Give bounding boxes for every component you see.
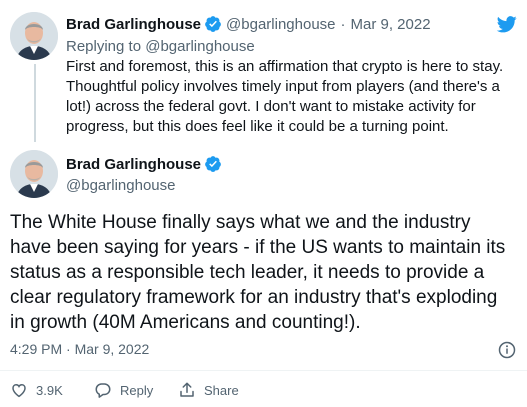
replying-to-line: Replying to @bgarlinghouse: [66, 38, 255, 55]
heart-icon: [12, 383, 26, 398]
author-name[interactable]: Brad Garlinghouse: [66, 16, 201, 33]
tweet-date[interactable]: Mar 9, 2022: [351, 16, 431, 33]
main-tweet-text: The White House finally says what we and…: [10, 212, 506, 333]
separator-dot: ·: [340, 15, 346, 33]
twitter-bird-icon[interactable]: [496, 14, 518, 34]
verified-badge-icon: [204, 15, 222, 33]
reply-label: Reply: [120, 382, 154, 398]
author-handle[interactable]: @bgarlinghouse: [226, 16, 335, 33]
divider: [0, 370, 527, 371]
tweet-timestamp[interactable]: 4:29 PM · Mar 9, 2022: [10, 341, 149, 357]
like-button[interactable]: 3.9K: [10, 381, 63, 399]
avatar[interactable]: [10, 150, 58, 198]
verified-badge-icon: [204, 155, 222, 173]
reply-button[interactable]: Reply: [94, 381, 153, 399]
avatar[interactable]: [10, 12, 58, 60]
main-author-name-row: Brad Garlinghouse: [66, 155, 222, 173]
author-handle[interactable]: @bgarlinghouse: [66, 177, 175, 194]
share-label: Share: [204, 382, 239, 398]
reply-tweet-text: First and foremost, this is an affirmati…: [66, 58, 504, 135]
thread-line: [34, 64, 36, 142]
reply-header: Brad Garlinghouse @bgarlinghouse · Mar 9…: [66, 15, 431, 33]
like-count: 3.9K: [36, 382, 63, 398]
info-icon[interactable]: [498, 341, 516, 359]
share-icon: [180, 382, 194, 397]
author-name[interactable]: Brad Garlinghouse: [66, 156, 201, 173]
replying-to-prefix: Replying to: [66, 38, 142, 55]
reply-icon: [95, 383, 111, 398]
share-button[interactable]: Share: [178, 381, 239, 399]
replying-to-handle[interactable]: @bgarlinghouse: [145, 38, 254, 55]
